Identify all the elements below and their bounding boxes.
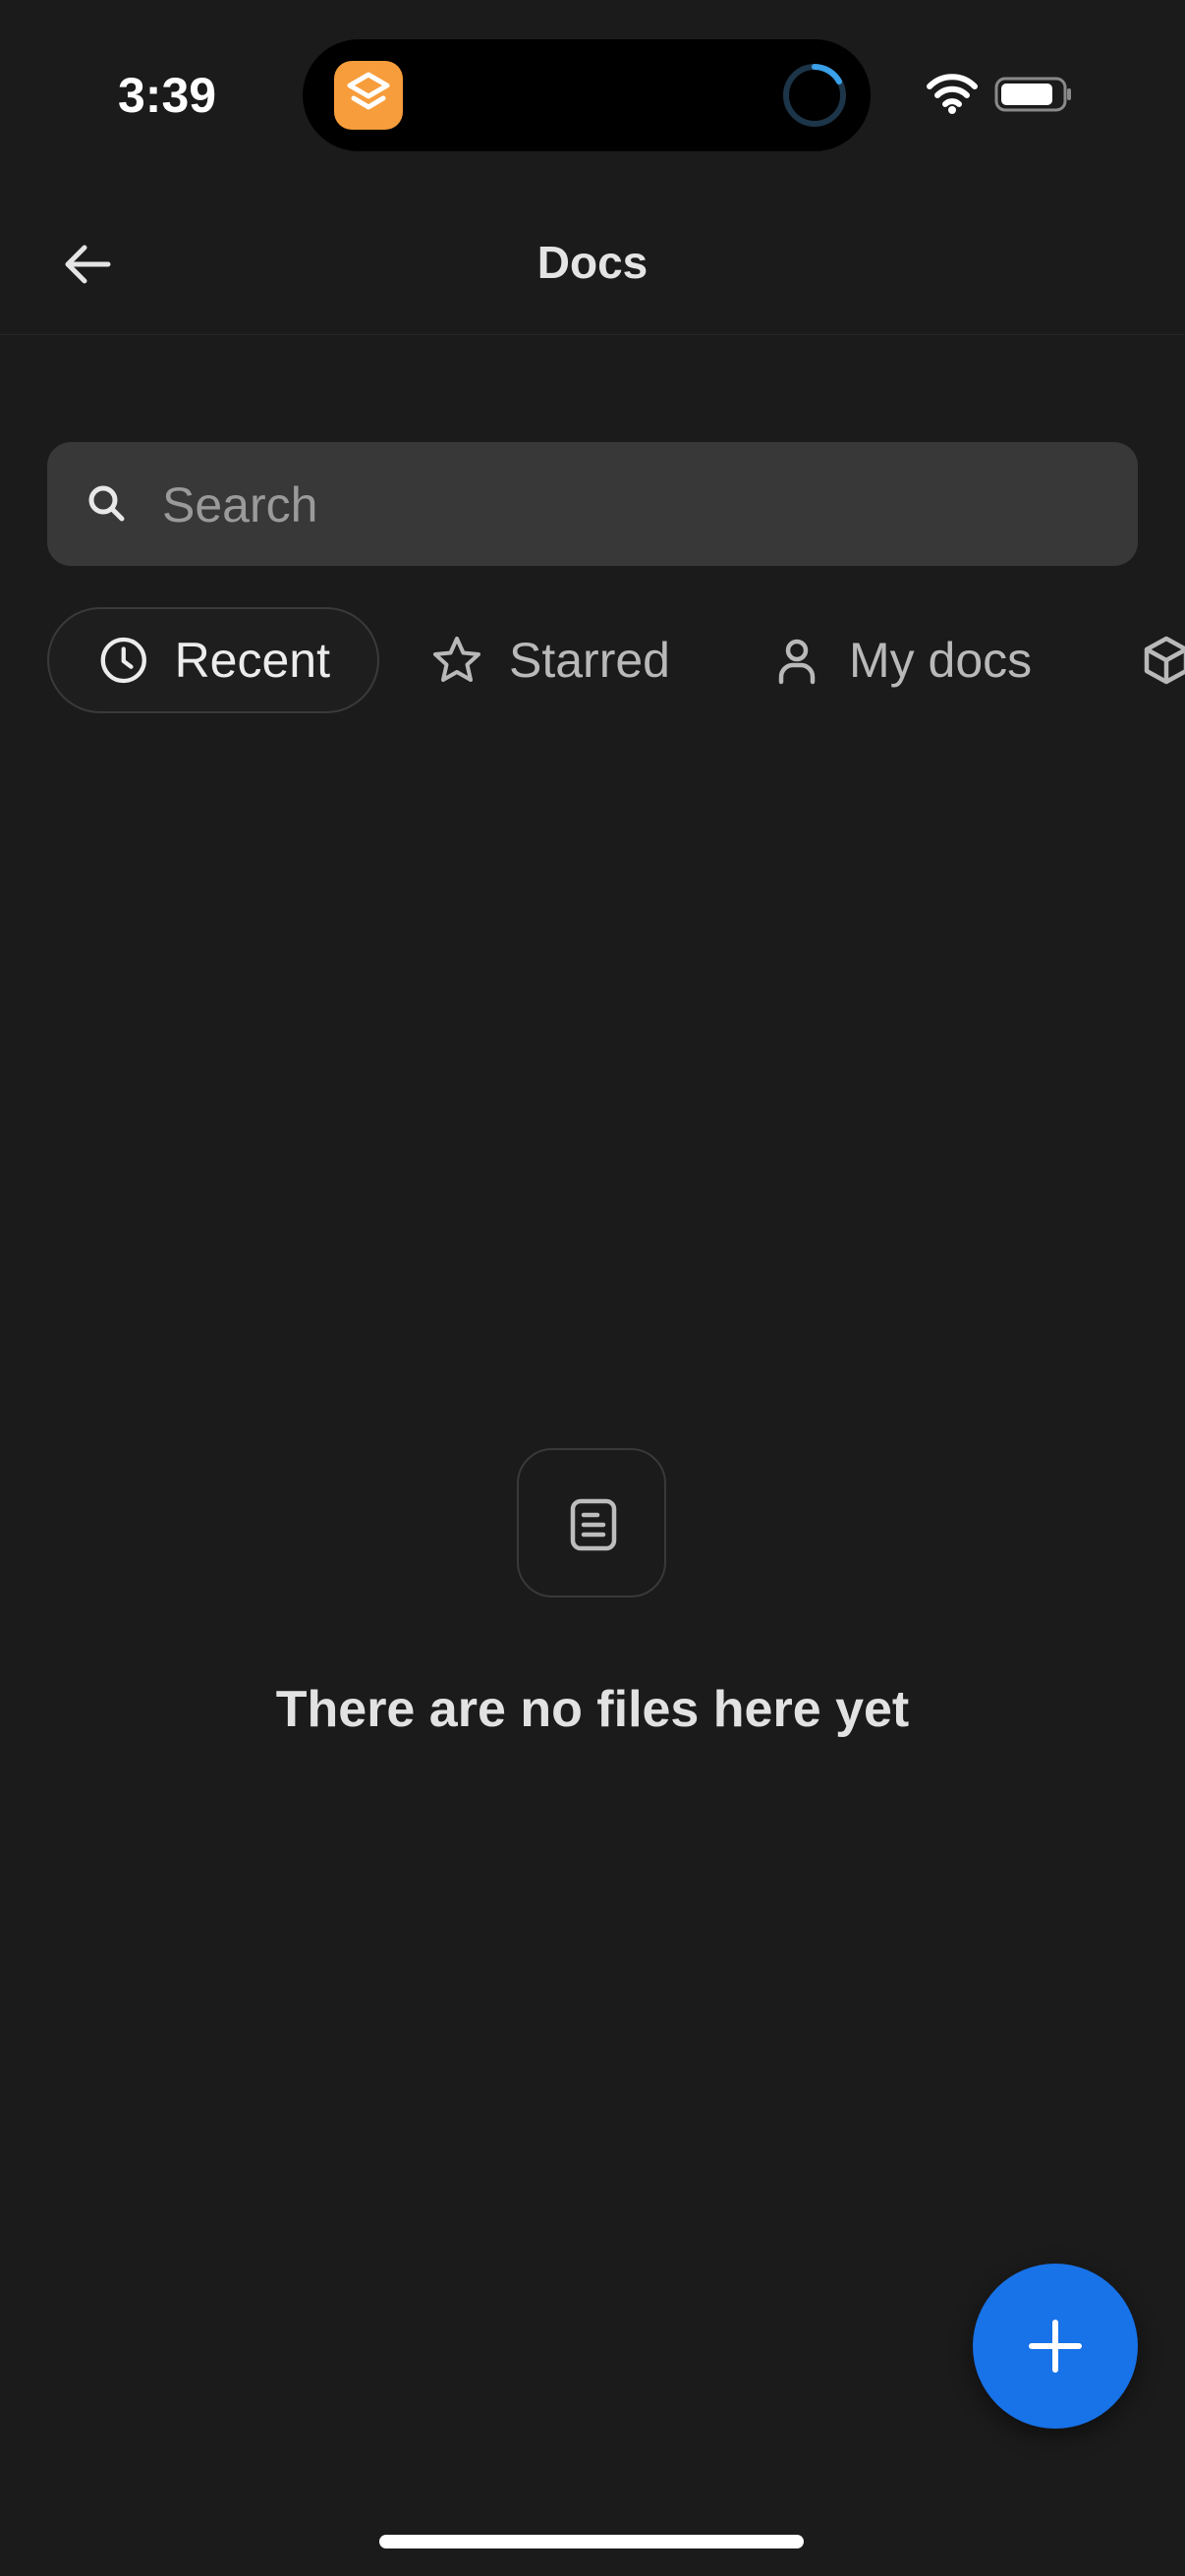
empty-state-message: There are no files here yet (275, 1681, 910, 1738)
tab-starred[interactable]: Starred (430, 607, 670, 713)
box-icon (1144, 636, 1185, 685)
clock-icon (100, 637, 146, 684)
filter-tabs: Recent Starred My docs (0, 607, 1185, 715)
search-icon (85, 481, 130, 527)
app-header: Docs (0, 187, 1185, 335)
activity-ring-icon (780, 61, 849, 130)
person-icon (778, 639, 816, 685)
tab-shared[interactable] (1140, 607, 1185, 713)
tab-my-docs[interactable]: My docs (770, 607, 1032, 713)
tab-label: Recent (174, 633, 330, 688)
search-bar[interactable] (47, 442, 1138, 568)
status-time: 3:39 (118, 68, 217, 123)
shortcuts-app-icon[interactable] (334, 61, 403, 130)
dynamic-island[interactable] (303, 39, 871, 151)
star-icon (433, 637, 480, 682)
tab-recent[interactable]: Recent (47, 607, 379, 713)
document-icon (570, 1498, 617, 1551)
page-title: Docs (536, 237, 649, 288)
home-indicator[interactable] (379, 2535, 804, 2548)
tab-label: Starred (509, 633, 670, 688)
plus-icon (1029, 2320, 1082, 2373)
empty-state-icon-frame (517, 1448, 666, 1597)
wifi-icon (926, 73, 979, 114)
tab-label: My docs (849, 633, 1033, 688)
create-doc-button[interactable] (973, 2264, 1138, 2429)
search-input[interactable] (160, 442, 1107, 568)
battery-icon (994, 77, 1073, 112)
status-bar: 3:39 (0, 0, 1185, 187)
